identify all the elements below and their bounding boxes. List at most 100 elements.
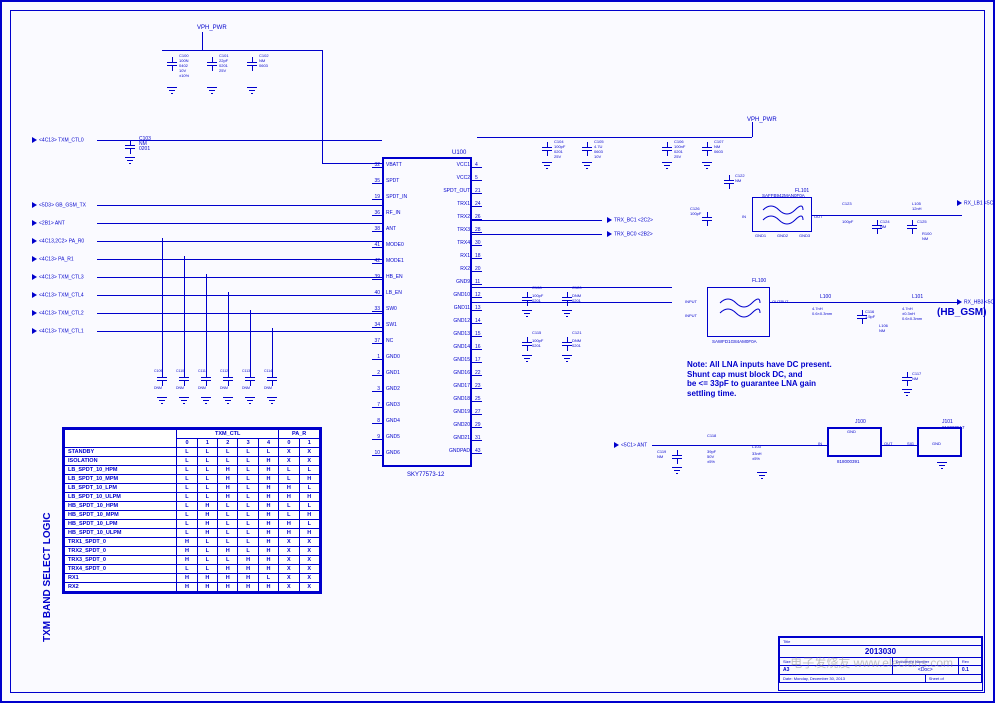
pin-name: GND11 bbox=[437, 305, 470, 311]
cap-icon bbox=[907, 220, 917, 234]
cap-icon bbox=[562, 337, 572, 351]
gnd-icon bbox=[582, 162, 592, 170]
gnd-icon bbox=[757, 472, 767, 480]
wire bbox=[472, 375, 482, 376]
wire bbox=[770, 302, 960, 303]
cap-icon bbox=[902, 372, 912, 386]
cap-icon bbox=[223, 372, 233, 386]
c118-ref: C118 bbox=[707, 434, 716, 438]
wire bbox=[206, 274, 207, 372]
cap-ref: C111 bbox=[198, 370, 206, 374]
wire bbox=[372, 423, 382, 424]
wire bbox=[472, 427, 482, 428]
port-txm_ctl3: <4C13> TXM_CTL3 bbox=[32, 274, 84, 280]
gnd-icon bbox=[223, 397, 233, 405]
c126-val: 100pF bbox=[690, 212, 701, 216]
wire bbox=[472, 302, 672, 303]
gnd-icon bbox=[562, 355, 572, 363]
chip-u100-ref: U100 bbox=[452, 150, 466, 156]
filter-wave-icon bbox=[753, 198, 813, 233]
fl100-ref: FL100 bbox=[752, 279, 766, 284]
fl101-in: IN bbox=[742, 215, 746, 219]
pin-name: SPDT_OUT bbox=[437, 188, 470, 194]
gnd-icon bbox=[702, 162, 712, 170]
cap-tol: ±10% bbox=[179, 74, 189, 78]
l100-ref: L100 bbox=[820, 295, 831, 300]
pin-name: MODE1 bbox=[386, 258, 404, 264]
net-trx-bc0: TRX_BC0 <2B2> bbox=[607, 231, 653, 237]
port-rx-hb3: RX_HB3 <5C3> bbox=[957, 299, 995, 305]
cap-ref: C115 bbox=[532, 331, 541, 335]
cap-icon bbox=[662, 142, 672, 156]
cap-pkg: 0201 bbox=[572, 344, 581, 348]
pin-name: GND9 bbox=[437, 279, 470, 285]
wire bbox=[97, 241, 382, 242]
pin-name: GND21 bbox=[437, 435, 470, 441]
wire bbox=[472, 180, 482, 181]
pin-name: GND16 bbox=[437, 370, 470, 376]
wire bbox=[97, 223, 382, 224]
j100-part: 818000391 bbox=[837, 460, 860, 465]
table-title: TXM BAND SELECT LOGIC bbox=[42, 513, 53, 642]
wire bbox=[202, 32, 203, 50]
c116-val: 1.5pF bbox=[865, 315, 875, 319]
pin-name: GND0 bbox=[386, 354, 400, 360]
wire bbox=[372, 327, 382, 328]
port-pa_r1: <4C13> PA_R1 bbox=[32, 256, 74, 262]
c123-val: 100pF bbox=[842, 220, 853, 224]
pin-name: GND5 bbox=[386, 434, 400, 440]
wire bbox=[472, 453, 482, 454]
pin-name: MODE0 bbox=[386, 242, 404, 248]
cap-icon bbox=[542, 142, 552, 156]
pin-name: GND17 bbox=[437, 383, 470, 389]
fl101-gnd3: GND3 bbox=[799, 234, 810, 238]
cap-val: DNM bbox=[242, 387, 250, 391]
wire bbox=[97, 295, 382, 296]
wire bbox=[472, 193, 482, 194]
wire bbox=[372, 263, 382, 264]
wire bbox=[472, 245, 482, 246]
net-vph-pwr-top: VPH_PWR bbox=[197, 25, 227, 31]
pin-name: GND2 bbox=[386, 386, 400, 392]
wire bbox=[472, 349, 482, 350]
wire bbox=[472, 220, 602, 221]
pin-name: RF_IN bbox=[386, 210, 400, 216]
pin-name: GND20 bbox=[437, 422, 470, 428]
l101-ext2: 0.6×0.3mm bbox=[902, 317, 922, 321]
j100-in: IN bbox=[818, 442, 822, 446]
wire bbox=[372, 391, 382, 392]
logic-table: TXM_CTLPA_R0123401STANDBYLLLLLXXISOLATIO… bbox=[62, 427, 322, 594]
pin-name: ANT bbox=[386, 226, 396, 232]
wire bbox=[97, 277, 382, 278]
cap-volt: 25V bbox=[219, 69, 226, 73]
c119-val: NM bbox=[657, 455, 663, 459]
cap-icon bbox=[724, 175, 734, 189]
pin-name: LB_EN bbox=[386, 290, 402, 296]
gnd-icon bbox=[522, 355, 532, 363]
wire bbox=[97, 331, 382, 332]
cap-icon bbox=[702, 142, 712, 156]
port-txm_ctl2: <4C13> TXM_CTL2 bbox=[32, 310, 84, 316]
pin-name: GNDPAD bbox=[437, 448, 470, 454]
pin-name: HB_EN bbox=[386, 274, 403, 280]
port-ant: <2B1> ANT bbox=[32, 220, 65, 226]
pin-name: GND1 bbox=[386, 370, 400, 376]
watermark: 电子发烧友 www.elecfans.com bbox=[790, 654, 953, 671]
l103-ref: L103 bbox=[752, 445, 761, 449]
cap-icon bbox=[167, 57, 177, 71]
pin-name: TRX2 bbox=[437, 214, 470, 220]
wire bbox=[372, 183, 382, 184]
wire bbox=[372, 295, 382, 296]
cap-icon bbox=[562, 292, 572, 306]
pin-name: GND13 bbox=[437, 331, 470, 337]
l100-ext: 0.6×0.3mm bbox=[812, 312, 832, 316]
wire bbox=[472, 287, 672, 288]
wire bbox=[184, 256, 185, 372]
c124-val: NM bbox=[880, 225, 886, 229]
wire bbox=[472, 362, 482, 363]
cap-pkg: 0603 bbox=[714, 150, 723, 154]
r100-val: NM bbox=[922, 237, 928, 241]
wire bbox=[882, 445, 917, 446]
gnd-icon bbox=[247, 87, 257, 95]
wire bbox=[372, 407, 382, 408]
